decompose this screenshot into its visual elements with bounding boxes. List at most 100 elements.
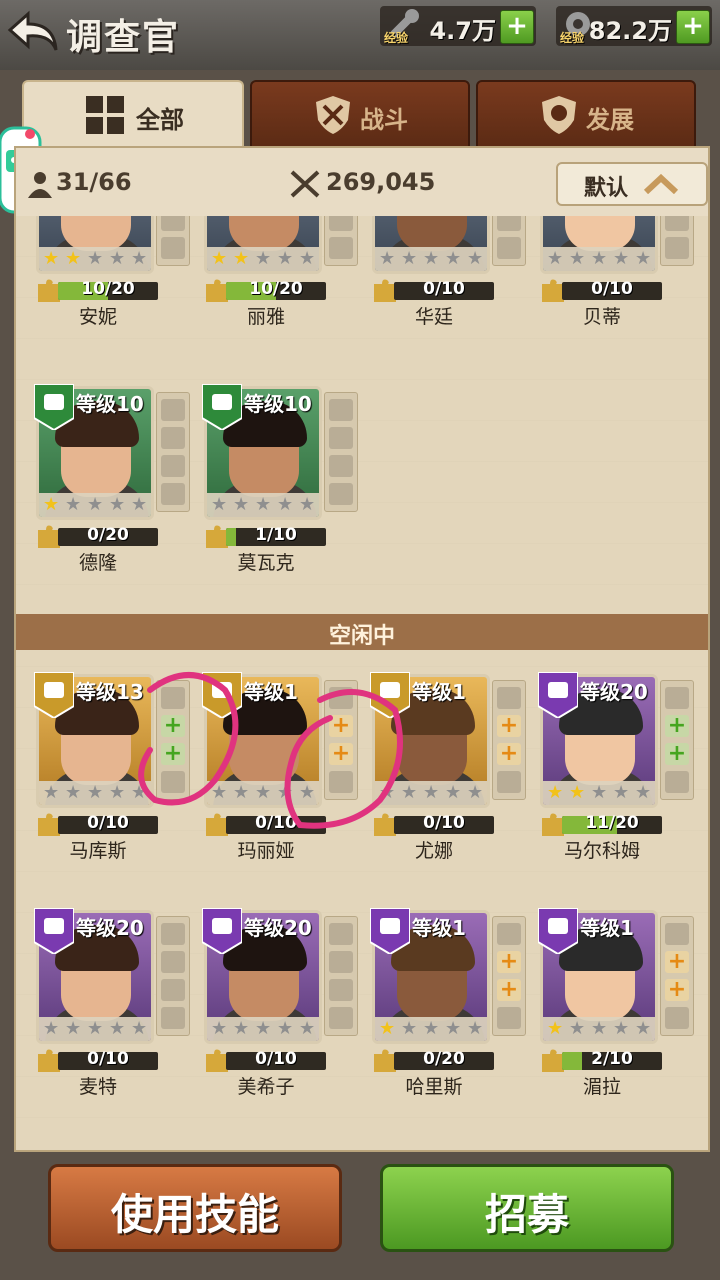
star-icon: ★	[379, 782, 396, 803]
equipment-slot[interactable]	[161, 427, 185, 449]
equipment-slot[interactable]	[329, 427, 353, 449]
add-equipment-slot[interactable]: +	[497, 979, 521, 1001]
hero-card[interactable]: ★ ★ ★ ★ ★ 等级20 0/10 美希子	[201, 907, 360, 1098]
use-skill-button[interactable]: 使用技能	[48, 1164, 342, 1252]
hero-card[interactable]: ★ ★ ★ ★ ★ 等级13 + +0/10 马库斯	[33, 671, 192, 862]
equipment-slot[interactable]	[497, 923, 521, 945]
star-icon: ★	[613, 248, 630, 269]
hero-card[interactable]: ★ ★ ★ ★ ★ 等级20 + +11/20 马尔科姆	[537, 671, 696, 862]
class-badge	[33, 907, 75, 956]
hero-level: 等级1	[412, 680, 466, 704]
class-badge	[369, 907, 411, 956]
equipment-slot[interactable]	[329, 979, 353, 1001]
tab-all[interactable]: 全部	[22, 80, 244, 150]
tab-combat[interactable]: 战斗	[250, 80, 470, 152]
star-icon: ★	[109, 248, 126, 269]
equipment-slots: + +	[492, 916, 526, 1036]
person-icon	[28, 172, 52, 198]
stats-row: 31/66 269,045 默认	[16, 148, 708, 216]
star-icon: ★	[43, 494, 60, 515]
recruit-button[interactable]: 招募	[380, 1164, 674, 1252]
equipment-slot[interactable]	[497, 687, 521, 709]
equipment-slot[interactable]	[161, 399, 185, 421]
add-equipment-slot[interactable]: +	[497, 743, 521, 765]
fragment-progress: 0/10	[36, 812, 160, 836]
star-icon: ★	[423, 782, 440, 803]
crossed-swords-icon	[290, 170, 320, 198]
add-equipment-slot[interactable]: +	[161, 743, 185, 765]
hero-panel[interactable]: 31/66 269,045 默认 ★ ★ ★ ★ ★ 10/20 安妮 ★ ★ ★ ★ ★ 10/20 丽…	[14, 146, 710, 1152]
equipment-slot[interactable]	[329, 771, 353, 793]
star-rating: ★ ★ ★ ★ ★	[207, 1017, 319, 1041]
hero-level: 等级20	[244, 916, 312, 940]
star-icon: ★	[445, 1018, 462, 1039]
progress-text: 10/20	[81, 279, 135, 299]
equipment-slot[interactable]	[161, 979, 185, 1001]
back-button[interactable]	[6, 10, 62, 54]
equipment-slot[interactable]	[329, 237, 353, 259]
equipment-slot[interactable]	[329, 483, 353, 505]
equipment-slot[interactable]	[161, 771, 185, 793]
equipment-slot[interactable]	[329, 399, 353, 421]
equipment-slot[interactable]	[161, 923, 185, 945]
star-icon: ★	[43, 782, 60, 803]
hero-name: 玛丽娅	[237, 840, 295, 862]
hero-card[interactable]: ★ ★ ★ ★ ★ 等级1 + +2/10 湄拉	[537, 907, 696, 1098]
equipment-slot[interactable]	[161, 951, 185, 973]
hero-card[interactable]: ★ ★ ★ ★ ★ 等级20 0/10 麦特	[33, 907, 192, 1098]
add-equipment-slot[interactable]: +	[161, 715, 185, 737]
hero-name: 美希子	[237, 1076, 295, 1098]
idle-section-header: 空闲中	[16, 614, 708, 650]
equipment-slot[interactable]	[329, 455, 353, 477]
star-icon: ★	[211, 494, 228, 515]
star-icon: ★	[255, 782, 272, 803]
equipment-slot[interactable]	[497, 237, 521, 259]
equipment-slot[interactable]	[665, 687, 689, 709]
equipment-slot[interactable]	[665, 923, 689, 945]
progress-text: 0/10	[423, 813, 465, 833]
progress-text: 0/10	[87, 1049, 129, 1069]
equipment-slot[interactable]	[329, 687, 353, 709]
equipment-slot[interactable]	[161, 1007, 185, 1029]
hero-card[interactable]: ★ ★ ★ ★ ★ 等级1 + +0/10 玛丽娅	[201, 671, 360, 862]
equipment-slot[interactable]	[161, 687, 185, 709]
add-exp-button-2[interactable]: +	[676, 10, 710, 44]
equipment-slot[interactable]	[329, 1007, 353, 1029]
equipment-slot[interactable]	[497, 1007, 521, 1029]
tab-develop[interactable]: 发展	[476, 80, 696, 152]
equipment-slot[interactable]	[161, 237, 185, 259]
add-equipment-slot[interactable]: +	[665, 951, 689, 973]
hero-card[interactable]: ★ ★ ★ ★ ★ 等级10 1/10 莫瓦克	[201, 383, 360, 574]
sort-dropdown[interactable]: 默认	[556, 162, 708, 206]
hero-card[interactable]: ★ ★ ★ ★ ★ 等级1 + +0/10 尤娜	[369, 671, 528, 862]
fragment-progress: 0/10	[372, 278, 496, 302]
top-bar: 调查官 经验 4.7万 + 经验 82.2万 +	[0, 0, 720, 70]
add-equipment-slot[interactable]: +	[665, 979, 689, 1001]
star-icon: ★	[131, 494, 148, 515]
equipment-slot[interactable]	[161, 483, 185, 505]
add-equipment-slot[interactable]: +	[329, 743, 353, 765]
equipment-slot[interactable]	[161, 455, 185, 477]
add-equipment-slot[interactable]: +	[665, 715, 689, 737]
add-equipment-slot[interactable]: +	[329, 715, 353, 737]
hero-card[interactable]: ★ ★ ★ ★ ★ 等级10 0/20 德隆	[33, 383, 192, 574]
class-icon	[201, 671, 243, 720]
equipment-slot[interactable]	[497, 771, 521, 793]
star-icon: ★	[299, 1018, 316, 1039]
equipment-slot[interactable]	[665, 1007, 689, 1029]
equipment-slot[interactable]	[665, 771, 689, 793]
star-icon: ★	[547, 248, 564, 269]
add-equipment-slot[interactable]: +	[497, 951, 521, 973]
equipment-slot[interactable]	[329, 951, 353, 973]
hero-level: 等级10	[76, 392, 144, 416]
class-badge	[33, 383, 75, 432]
add-equipment-slot[interactable]: +	[497, 715, 521, 737]
equipment-slots	[324, 916, 358, 1036]
add-exp-button-1[interactable]: +	[500, 10, 534, 44]
equipment-slot[interactable]	[665, 237, 689, 259]
hero-card[interactable]: ★ ★ ★ ★ ★ 等级1 + +0/20 哈里斯	[369, 907, 528, 1098]
add-equipment-slot[interactable]: +	[665, 743, 689, 765]
class-badge	[201, 383, 243, 432]
equipment-slot[interactable]	[329, 923, 353, 945]
back-arrow-icon	[7, 10, 58, 51]
